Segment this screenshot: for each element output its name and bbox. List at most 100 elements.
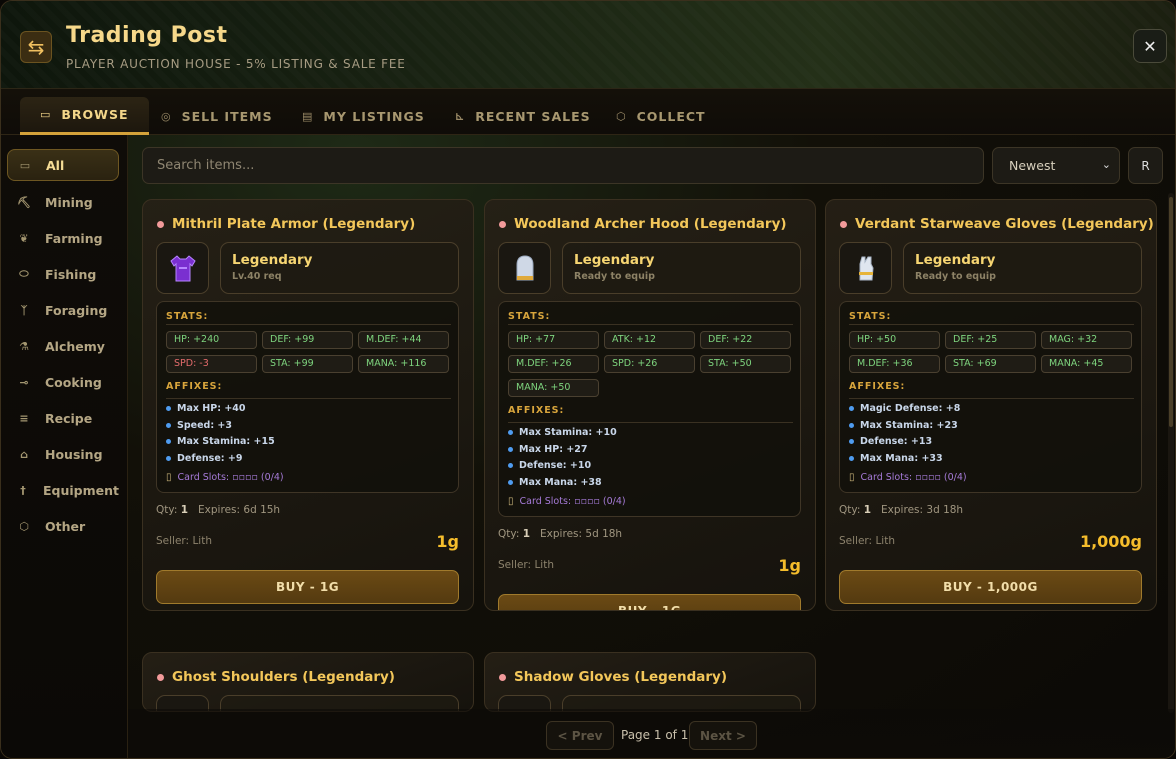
card-slots-text: Card Slots: ▫▫▫▫ (0/4) xyxy=(519,496,626,507)
category-housing[interactable]: ⌂ Housing xyxy=(7,438,119,470)
rarity-label: Legendary xyxy=(915,252,996,268)
pickaxe-icon: ⛏ xyxy=(17,195,31,209)
stats-label: STATS: xyxy=(849,311,892,322)
house-icon: ⌂ xyxy=(20,447,28,461)
stat-chip: DEF: +22 xyxy=(700,331,791,349)
buy-button[interactable]: BUY - 1G xyxy=(156,570,459,604)
refresh-button[interactable]: R xyxy=(1128,147,1163,184)
trading-post-window: ⇆ Trading Post PLAYER AUCTION HOUSE - 5%… xyxy=(0,0,1176,759)
affix-text: Max Mana: +38 xyxy=(519,477,602,488)
close-button[interactable]: ✕ xyxy=(1133,29,1167,63)
page-indicator: Page 1 of 1 xyxy=(621,728,689,742)
category-farming[interactable]: ❦ Farming xyxy=(7,222,119,254)
category-label: Alchemy xyxy=(45,338,105,354)
stat-chip: DEF: +25 xyxy=(945,331,1036,349)
card-slots: ▯ Card Slots: ▫▫▫▫ (0/4) xyxy=(508,496,626,507)
affix-text: Defense: +13 xyxy=(860,436,933,447)
affix-text: Defense: +10 xyxy=(519,460,592,471)
item-name-text: Ghost Shoulders (Legendary) xyxy=(172,669,395,685)
category-all[interactable]: ▭ All xyxy=(7,149,119,181)
item-name-text: Mithril Plate Armor (Legendary) xyxy=(172,216,416,232)
category-sidebar: ▭ All ⛏ Mining ❦ Farming ⬭ Fishing ᛉ Foraging… xyxy=(1,135,128,758)
tab-browse[interactable]: ▭ BROWSE xyxy=(20,97,149,135)
affix-text: Max Stamina: +10 xyxy=(519,427,617,438)
page-title: Trading Post xyxy=(66,23,228,48)
listings-area: Newest ⌄ R Mithril Plate Armor (Legendary… xyxy=(128,135,1175,758)
chart-icon: ⊾ xyxy=(455,109,466,123)
expires-value: 3d 18h xyxy=(926,504,964,516)
quantity-expiry: Qty: 1 Expires: 6d 15h xyxy=(156,504,280,516)
affix-text: Max HP: +27 xyxy=(519,444,588,455)
category-label: Foraging xyxy=(45,302,108,318)
card-slots-text: Card Slots: ▫▫▫▫ (0/4) xyxy=(177,472,284,483)
tab-sell-items[interactable]: ◎ SELL ITEMS xyxy=(141,97,293,135)
tab-my-listings[interactable]: ▤ MY LISTINGS xyxy=(282,97,445,135)
price: 1g xyxy=(778,556,801,575)
category-equipment[interactable]: † Equipment xyxy=(7,474,119,506)
seller-name: Lith xyxy=(534,559,554,571)
item-name-text: Verdant Starweave Gloves (Legendary) xyxy=(855,216,1154,232)
tab-label: MY LISTINGS xyxy=(323,108,425,124)
card-slots: ▯ Card Slots: ▫▫▫▫ (0/4) xyxy=(166,472,284,483)
search-input[interactable] xyxy=(142,147,984,184)
affix-item: Max Mana: +38 xyxy=(508,477,602,488)
tab-label: RECENT SALES xyxy=(475,108,591,124)
expires-value: 6d 15h xyxy=(243,504,281,516)
category-foraging[interactable]: ᛉ Foraging xyxy=(7,294,119,326)
scrollbar-thumb[interactable] xyxy=(1169,197,1173,427)
affixes-label: AFFIXES: xyxy=(166,381,223,392)
card-icon: ▯ xyxy=(849,472,855,483)
category-alchemy[interactable]: ⚗ Alchemy xyxy=(7,330,119,362)
rarity-box: Legendary Ready to equip xyxy=(903,242,1142,294)
swap-arrows-icon: ⇆ xyxy=(20,31,52,63)
category-label: Housing xyxy=(45,446,103,462)
tab-recent-sales[interactable]: ⊾ RECENT SALES xyxy=(435,97,611,135)
affix-item: Max HP: +27 xyxy=(508,444,588,455)
close-icon[interactable]: ✕ xyxy=(1143,37,1156,56)
sword-icon: † xyxy=(20,483,26,497)
sort-value: Newest xyxy=(1009,158,1056,173)
stats-panel: STATS: HP: +77 ATK: +12 DEF: +22 M.DEF: … xyxy=(498,301,801,517)
next-page-button[interactable]: Next > xyxy=(689,721,757,750)
stat-chip: STA: +99 xyxy=(262,355,353,373)
price: 1,000g xyxy=(1079,532,1142,551)
stats-panel: STATS: HP: +240 DEF: +99 M.DEF: +44 SPD:… xyxy=(156,301,459,493)
affixes-label: AFFIXES: xyxy=(508,405,565,416)
category-recipe[interactable]: ≡ Recipe xyxy=(7,402,119,434)
buy-button[interactable]: BUY - 1,000G xyxy=(839,570,1142,604)
coin-icon: ◎ xyxy=(161,109,172,123)
affix-item: Max Stamina: +10 xyxy=(508,427,617,438)
equip-status: Ready to equip xyxy=(574,271,655,282)
item-name: Ghost Shoulders (Legendary) xyxy=(157,669,395,685)
divider xyxy=(166,398,451,399)
sort-select[interactable]: Newest ⌄ xyxy=(992,147,1120,184)
qty-value: 1 xyxy=(522,528,531,540)
sprout-icon: ᛉ xyxy=(20,303,28,317)
rarity-dot xyxy=(840,220,847,228)
cube-icon: ⬡ xyxy=(19,519,29,533)
rarity-dot xyxy=(499,220,506,228)
category-mining[interactable]: ⛏ Mining xyxy=(7,186,119,218)
prev-page-button[interactable]: < Prev xyxy=(546,721,614,750)
quantity-expiry: Qty: 1 Expires: 5d 18h xyxy=(498,528,622,540)
divider xyxy=(849,324,1134,325)
scroll-icon: ≡ xyxy=(19,411,29,425)
buy-button[interactable]: BUY - 1G xyxy=(498,594,801,610)
stat-chip: MANA: +116 xyxy=(358,355,449,373)
category-other[interactable]: ⬡ Other xyxy=(7,510,119,542)
affix-text: Max Stamina: +15 xyxy=(177,436,275,447)
stat-chip: MANA: +45 xyxy=(1041,355,1132,373)
stat-chip: MAG: +32 xyxy=(1041,331,1132,349)
tab-label: SELL ITEMS xyxy=(181,108,273,124)
equip-status: Ready to equip xyxy=(915,271,996,282)
rarity-box: Legendary Lv.40 req xyxy=(220,242,459,294)
card-icon: ▯ xyxy=(166,472,172,483)
category-cooking[interactable]: ⊸ Cooking xyxy=(7,366,119,398)
affixes-label: AFFIXES: xyxy=(849,381,906,392)
affix-text: Defense: +9 xyxy=(177,453,243,464)
stats-panel: STATS: HP: +50 DEF: +25 MAG: +32 M.DEF: … xyxy=(839,301,1142,493)
category-fishing[interactable]: ⬭ Fishing xyxy=(7,258,119,290)
tab-collect[interactable]: ⬡ COLLECT xyxy=(596,97,726,135)
card-icon: ▯ xyxy=(508,496,514,507)
seller-label: Seller: xyxy=(839,535,873,547)
